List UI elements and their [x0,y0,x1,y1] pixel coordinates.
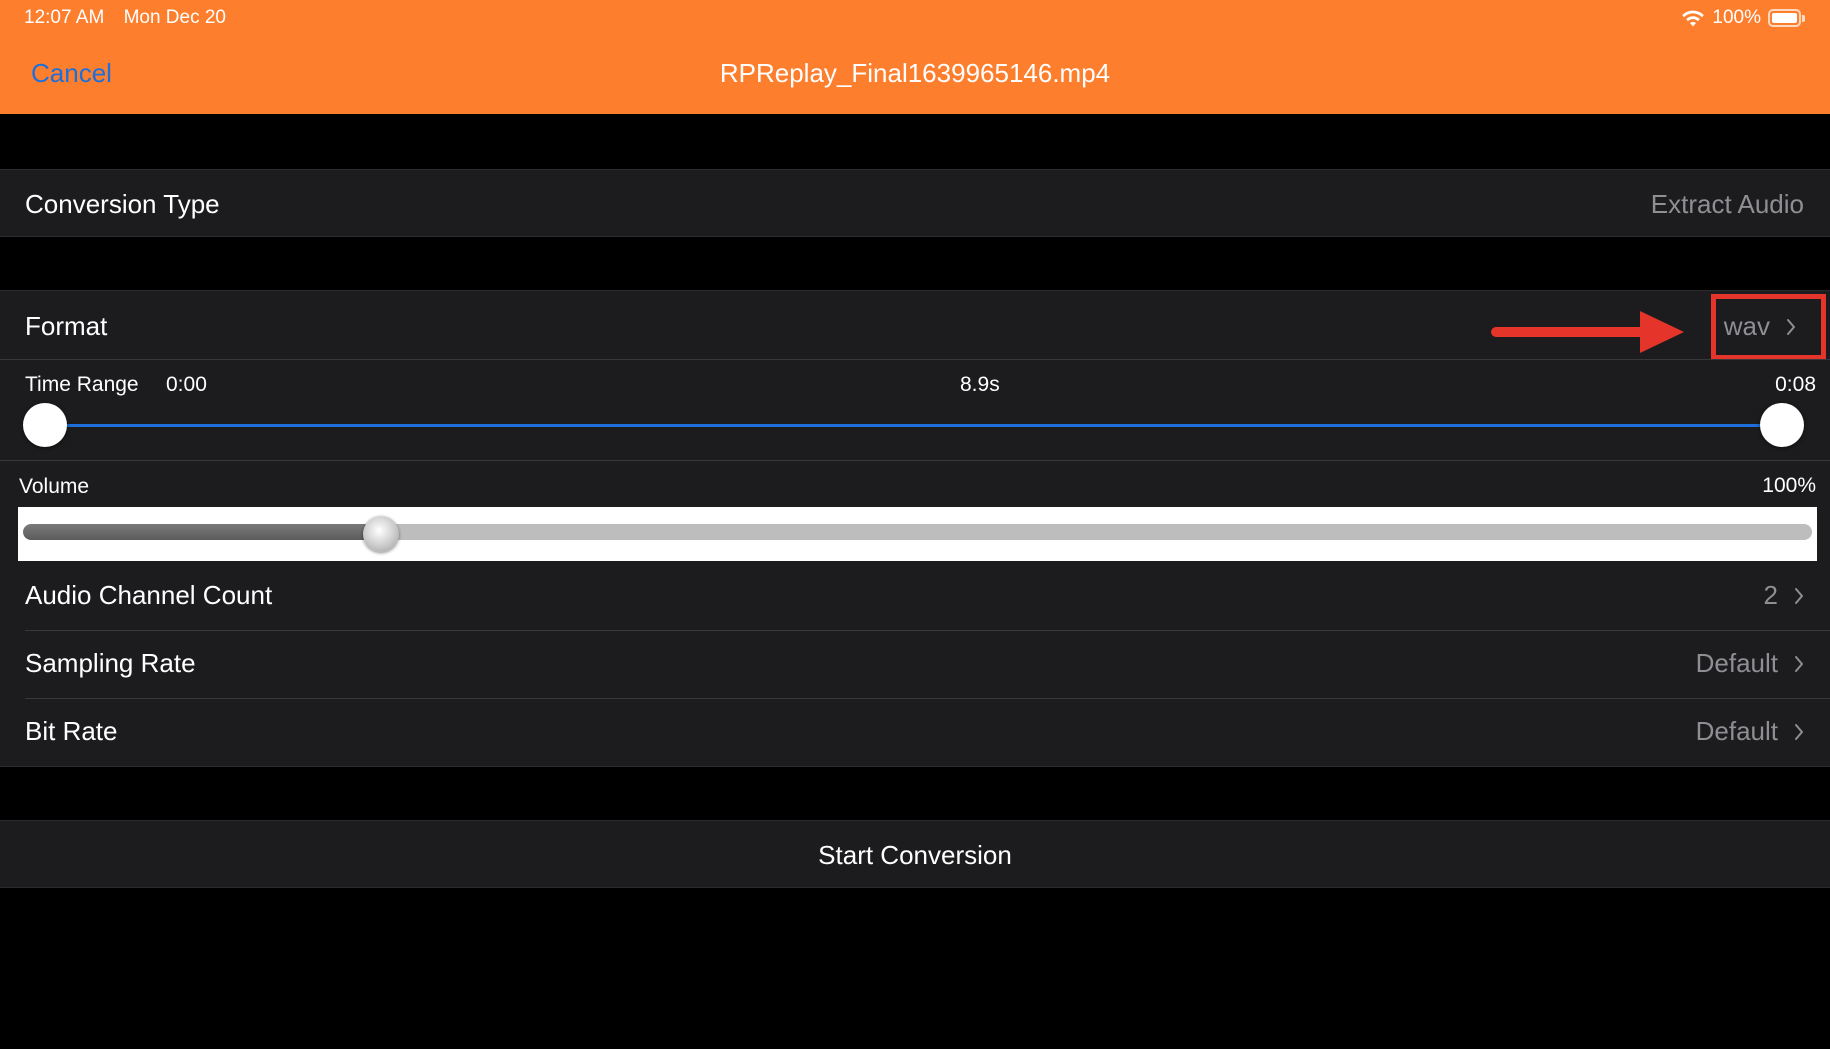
sampling-rate-label: Sampling Rate [25,648,196,678]
bit-rate-value-button[interactable]: Default [1696,716,1804,747]
bit-rate-row[interactable] [0,699,1830,767]
chevron-right-icon [1795,655,1803,672]
battery-icon [1768,9,1806,28]
volume-value: 100% [1762,474,1816,497]
start-conversion-label: Start Conversion [818,840,1012,870]
conversion-type-row[interactable]: Conversion Type Extract Audio [0,169,1830,237]
volume-handle[interactable] [362,516,399,552]
time-range-duration: 8.9s [960,373,1000,396]
volume-slider[interactable] [18,507,1817,561]
cancel-button[interactable]: Cancel [31,58,112,89]
status-time: 12:07 AM [24,7,105,28]
settings-group: Format wav Time Range 0:00 8.9s 0:08 Vol… [0,290,1830,767]
sampling-rate-value-button[interactable]: Default [1696,648,1804,679]
highlight-annotation-box [1711,294,1826,360]
time-range-end-handle[interactable] [1760,403,1804,447]
conversion-type-value: Extract Audio [1650,189,1804,219]
start-conversion-button[interactable]: Start Conversion [0,820,1830,888]
wifi-icon [1682,10,1705,27]
volume-label: Volume [19,475,90,498]
bit-rate-label: Bit Rate [25,716,118,746]
audio-channel-count-row[interactable] [0,567,1830,635]
volume-fill [23,524,381,540]
status-date: Mon Dec 20 [123,7,227,28]
chevron-right-icon [1795,723,1803,740]
arrow-right-annotation [1491,311,1684,353]
audio-channel-count-value: 2 [1763,580,1778,610]
format-label: Format [25,311,108,341]
time-range-track[interactable] [45,424,1782,427]
time-range-label: Time Range [25,373,139,396]
time-range-start: 0:00 [166,373,207,396]
audio-channel-count-value-button[interactable]: 2 [1764,580,1804,611]
page-title: RPReplay_Final1639965146.mp4 [719,58,1111,88]
time-range-start-handle[interactable] [23,403,67,447]
chevron-right-icon [1795,587,1803,604]
audio-channel-count-label: Audio Channel Count [25,580,273,610]
status-bar-right: 100% [1681,7,1806,29]
navigation-bar: 12:07 AM Mon Dec 20 100% Cancel RPReplay… [0,0,1830,114]
bit-rate-value: Default [1695,716,1778,746]
sampling-rate-value: Default [1695,648,1778,678]
time-range-end: 0:08 [1775,373,1816,396]
divider [0,460,1830,461]
battery-percentage: 100% [1712,7,1761,28]
divider [0,359,1830,360]
conversion-type-label: Conversion Type [25,189,220,219]
sampling-rate-row[interactable] [0,631,1830,699]
volume-track[interactable] [23,524,1812,540]
status-bar-left: 12:07 AM Mon Dec 20 [24,7,240,29]
